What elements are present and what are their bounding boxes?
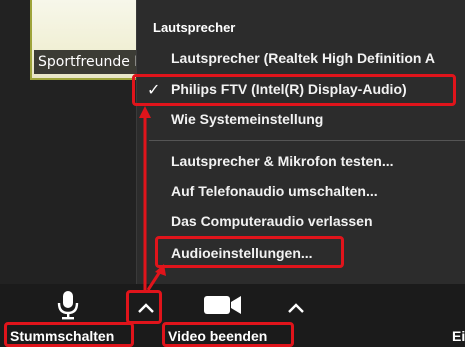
annotation-arrows xyxy=(139,106,166,291)
meeting-window: Sportfreunde Ro Lautsprecher Lautspreche… xyxy=(0,0,465,347)
